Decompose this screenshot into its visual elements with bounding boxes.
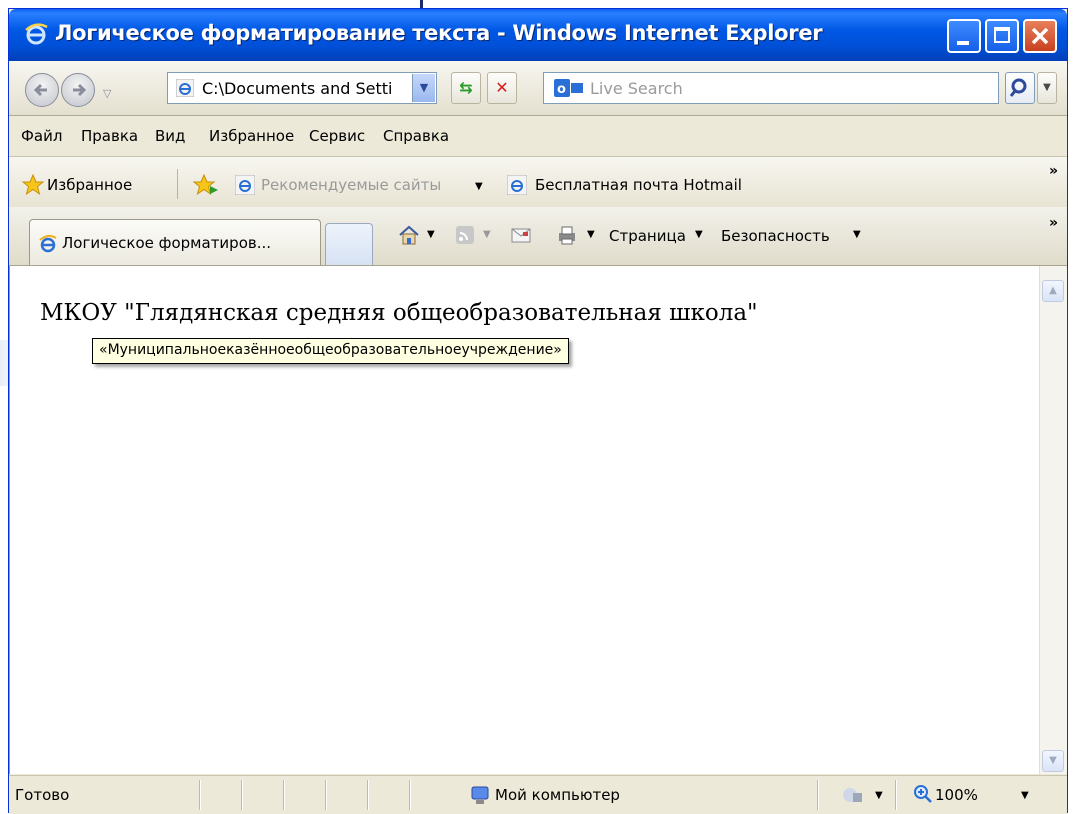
feeds-dropdown[interactable]: ▼ [483, 229, 491, 240]
search-go-button[interactable] [1005, 72, 1035, 104]
computer-icon [471, 786, 489, 804]
home-dropdown[interactable]: ▼ [427, 229, 435, 240]
stop-button[interactable]: ✕ [487, 72, 517, 104]
protected-mode-dropdown[interactable]: ▼ [875, 790, 883, 801]
status-separator [895, 780, 897, 810]
menu-edit[interactable]: Правка [81, 127, 138, 145]
chevron-down-icon[interactable]: ▼ [475, 181, 483, 192]
security-zone[interactable]: Мой компьютер [495, 786, 620, 804]
minimize-button[interactable] [947, 19, 981, 53]
menu-file[interactable]: Файл [21, 127, 62, 145]
address-field[interactable]: C:\Documents and Setti ▼ [167, 72, 437, 104]
page-content: МКОУ "Глядянская средняя общеобразовател… [9, 266, 1040, 774]
tab-label: Логическое форматиров... [62, 234, 272, 252]
menu-favorites[interactable]: Избранное [209, 127, 294, 145]
page-menu-chevron-icon[interactable]: ▼ [695, 229, 703, 240]
refresh-icon: ⇆ [459, 78, 473, 97]
page-heading: МКОУ "Глядянская средняя общеобразовател… [40, 300, 758, 326]
forward-arrow-icon [73, 83, 87, 97]
status-separator [241, 780, 243, 810]
tab-row: Логическое форматиров... ▼ ▼ ▼ Страница … [9, 207, 1067, 266]
print-dropdown[interactable]: ▼ [587, 229, 595, 240]
protected-mode-icon[interactable] [841, 784, 865, 806]
browser-window: Логическое форматирование текста - Windo… [8, 8, 1068, 814]
menu-tools[interactable]: Сервис [309, 127, 365, 145]
mail-icon[interactable] [509, 223, 533, 247]
favorites-bar: Избранное Рекомендуемые сайты ▼ Бесплатн… [9, 157, 1067, 207]
stop-icon: ✕ [495, 78, 509, 97]
maximize-button[interactable] [985, 19, 1019, 53]
back-button[interactable] [25, 73, 59, 107]
abbreviation-tooltip: «Муниципальноеказённоеобщеобразовательно… [92, 338, 569, 364]
back-arrow-icon [33, 83, 47, 97]
status-separator [199, 780, 201, 810]
address-dropdown[interactable]: ▼ [412, 74, 435, 102]
title-bar[interactable]: Логическое форматирование текста - Windo… [9, 9, 1067, 61]
favorites-button[interactable]: Избранное [47, 176, 132, 194]
ie-page-icon [176, 79, 194, 97]
add-favorites-icon[interactable] [193, 172, 219, 198]
status-separator [409, 780, 411, 810]
zoom-dropdown[interactable]: ▼ [1021, 790, 1029, 801]
rss-icon[interactable] [453, 223, 477, 247]
slide-background-line [420, 0, 423, 8]
status-bar: Готово Мой компьютер ▼ 100% ▼ [9, 775, 1067, 814]
favorites-overflow-chevron[interactable]: » [1049, 163, 1058, 179]
address-text: C:\Documents and Setti [202, 79, 393, 98]
search-input[interactable]: o Live Search [543, 72, 999, 104]
history-dropdown[interactable]: ▽ [103, 87, 111, 100]
status-separator [367, 780, 369, 810]
scroll-up-button[interactable]: ▲ [1042, 280, 1064, 302]
close-button[interactable] [1023, 19, 1057, 53]
tab-active[interactable]: Логическое форматиров... [29, 219, 321, 265]
close-icon [1031, 27, 1049, 45]
search-placeholder: Live Search [590, 79, 683, 98]
scroll-down-button[interactable]: ▼ [1042, 750, 1064, 772]
ie-logo-icon [39, 234, 57, 253]
printer-icon[interactable] [555, 223, 579, 247]
ie-logo-icon [25, 23, 48, 45]
address-toolbar: ▽ C:\Documents and Setti ▼ ⇆ ✕ o Live Se… [9, 61, 1067, 116]
refresh-button[interactable]: ⇆ [451, 72, 481, 104]
zoom-level[interactable]: 100% [935, 786, 978, 804]
command-bar-overflow-chevron[interactable]: » [1049, 215, 1058, 231]
status-text: Готово [15, 786, 70, 804]
status-separator [325, 780, 327, 810]
menu-bar: Файл Правка Вид Избранное Сервис Справка [9, 116, 1067, 157]
vertical-scrollbar[interactable]: ▲ ▼ [1039, 266, 1067, 774]
live-search-logo-icon: o [554, 79, 583, 97]
zoom-icon [914, 785, 932, 803]
home-icon[interactable] [397, 223, 421, 247]
menu-view[interactable]: Вид [155, 127, 185, 145]
favorites-separator [177, 169, 178, 199]
ie-page-icon [235, 175, 255, 195]
forward-button[interactable] [61, 73, 95, 107]
status-separator [283, 780, 285, 810]
menu-help[interactable]: Справка [383, 127, 449, 145]
search-options-dropdown[interactable]: ▼ [1037, 72, 1057, 104]
safety-menu-chevron-icon[interactable]: ▼ [853, 229, 861, 240]
ie-page-icon [507, 175, 527, 195]
magnifier-icon [1009, 78, 1027, 97]
status-separator [817, 780, 819, 810]
svg-text:o: o [557, 82, 566, 97]
window-title: Логическое форматирование текста - Windo… [55, 21, 823, 45]
star-icon [21, 173, 45, 196]
suggested-sites-button[interactable]: Рекомендуемые сайты [261, 176, 441, 194]
safety-menu[interactable]: Безопасность [721, 227, 830, 245]
hotmail-link[interactable]: Бесплатная почта Hotmail [535, 176, 742, 194]
page-menu[interactable]: Страница [609, 227, 686, 245]
new-tab-button[interactable] [325, 223, 373, 265]
